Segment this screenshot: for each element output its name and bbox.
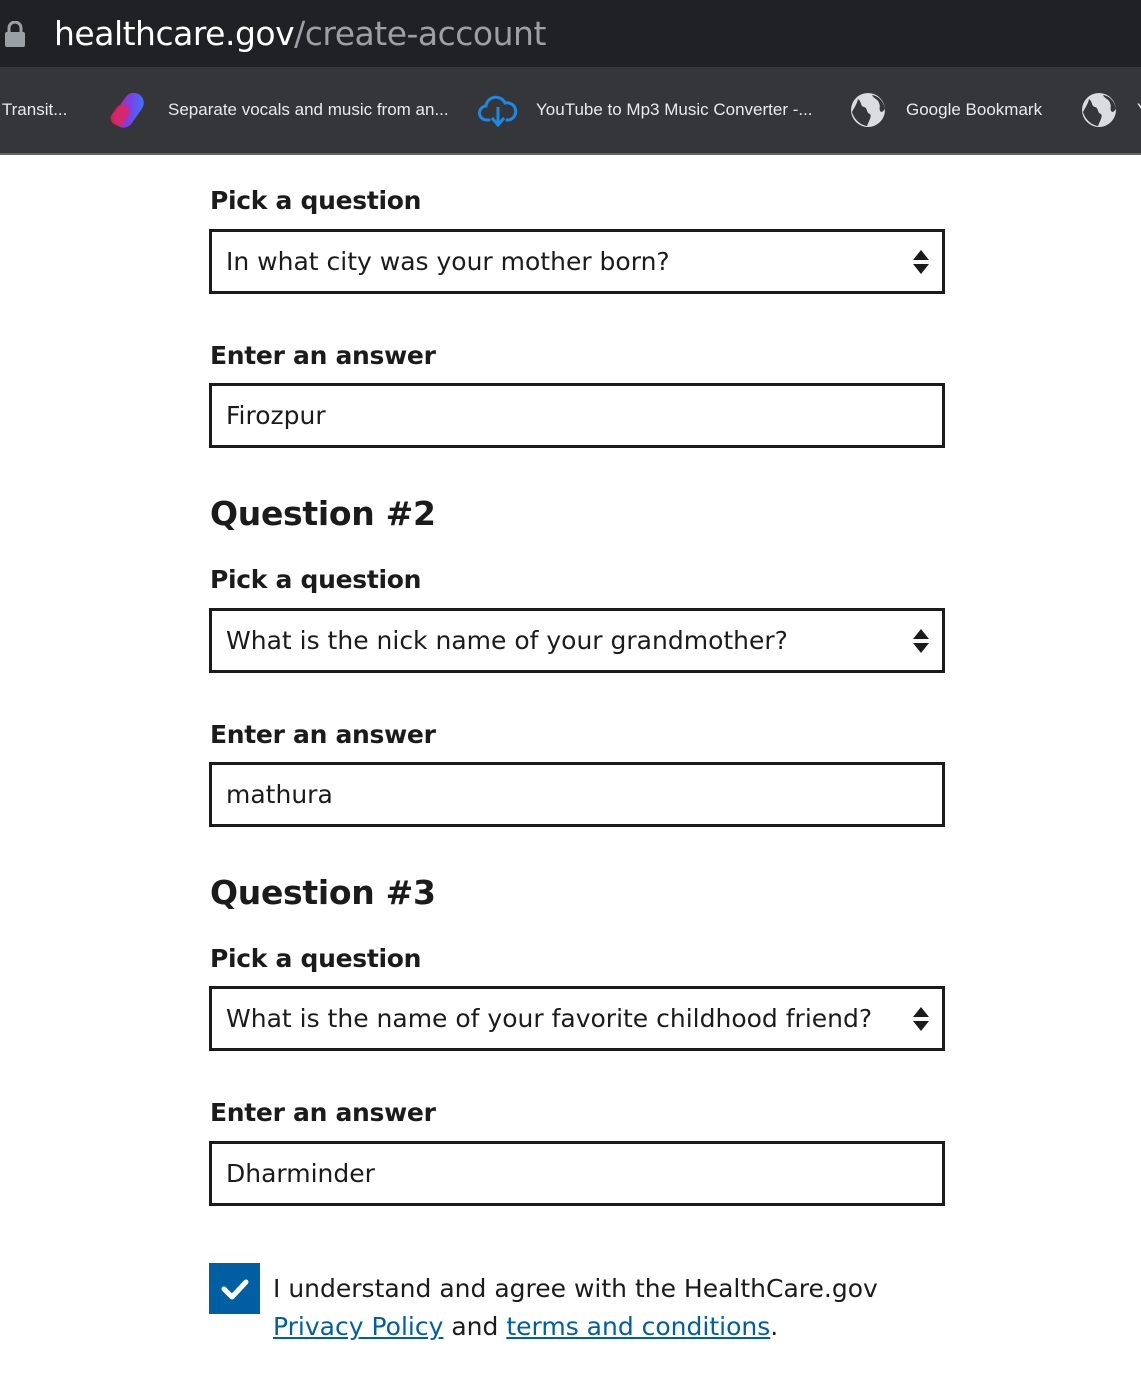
address-bar[interactable]: healthcare.gov/create-account bbox=[0, 0, 1141, 67]
cloud-download-icon bbox=[478, 95, 518, 128]
bookmark-youtube-mp3[interactable]: YouTube to Mp3 Music Converter -... bbox=[478, 67, 813, 153]
answer-value-1: Firozpur bbox=[226, 401, 326, 430]
url-path: /create-account bbox=[294, 14, 546, 53]
consent-text-middle: and bbox=[443, 1312, 507, 1341]
pick-question-label-3: Pick a question bbox=[210, 944, 422, 973]
consent-text-after: . bbox=[770, 1312, 779, 1341]
select-arrows-icon bbox=[913, 1007, 929, 1031]
answer-label-3: Enter an answer bbox=[210, 1098, 436, 1127]
consent-text: I understand and agree with the HealthCa… bbox=[273, 1270, 953, 1346]
bookmark-label: YouTube to Mp3 Music Converter -... bbox=[536, 100, 813, 119]
select-arrows-icon bbox=[913, 629, 929, 653]
privacy-policy-link[interactable]: Privacy Policy bbox=[273, 1312, 443, 1341]
pick-question-label-2: Pick a question bbox=[210, 565, 422, 594]
answer-value-2: mathura bbox=[226, 780, 333, 809]
question-3-heading: Question #3 bbox=[210, 873, 436, 912]
bookmark-google[interactable]: Google Bookmark bbox=[848, 67, 1042, 153]
lock-icon bbox=[5, 21, 25, 47]
question-select-2[interactable]: What is the nick name of your grandmothe… bbox=[209, 608, 945, 673]
bookmarks-bar: o Transit... Separate vocals and music f… bbox=[0, 67, 1141, 155]
answer-label-2: Enter an answer bbox=[210, 720, 436, 749]
selected-question-1: In what city was your mother born? bbox=[226, 247, 670, 276]
answer-label-1: Enter an answer bbox=[210, 341, 436, 370]
bookmark-y[interactable]: Y bbox=[1079, 67, 1141, 153]
app-logo-icon bbox=[110, 92, 144, 128]
bookmark-separate-vocals[interactable]: Separate vocals and music from an... bbox=[110, 67, 449, 153]
bookmark-label: Y bbox=[1137, 100, 1141, 120]
bookmark-transit[interactable]: o Transit... bbox=[0, 67, 67, 153]
globe-icon bbox=[1082, 93, 1116, 127]
question-select-3[interactable]: What is the name of your favorite childh… bbox=[209, 986, 945, 1051]
selected-question-3: What is the name of your favorite childh… bbox=[226, 1004, 873, 1033]
selected-question-2: What is the nick name of your grandmothe… bbox=[226, 626, 788, 655]
question-select-1[interactable]: In what city was your mother born? bbox=[209, 229, 945, 294]
answer-input-3[interactable]: Dharminder bbox=[209, 1141, 945, 1206]
answer-input-1[interactable]: Firozpur bbox=[209, 383, 945, 448]
globe-icon bbox=[851, 93, 885, 127]
bookmark-label: o Transit... bbox=[0, 100, 68, 119]
bookmark-label: Separate vocals and music from an... bbox=[168, 100, 449, 119]
pick-question-label-1: Pick a question bbox=[210, 186, 422, 215]
url-host: healthcare.gov bbox=[54, 14, 295, 53]
answer-input-2[interactable]: mathura bbox=[209, 762, 945, 827]
answer-value-3: Dharminder bbox=[226, 1159, 375, 1188]
terms-link[interactable]: terms and conditions bbox=[506, 1312, 770, 1341]
select-arrows-icon bbox=[913, 250, 929, 274]
consent-text-before: I understand and agree with the HealthCa… bbox=[273, 1274, 878, 1303]
url-text[interactable]: healthcare.gov/create-account bbox=[54, 12, 546, 56]
consent-checkbox[interactable] bbox=[209, 1263, 260, 1314]
question-2-heading: Question #2 bbox=[210, 494, 436, 533]
checkmark-icon bbox=[221, 1279, 248, 1299]
bookmark-label: Google Bookmark bbox=[906, 100, 1043, 119]
